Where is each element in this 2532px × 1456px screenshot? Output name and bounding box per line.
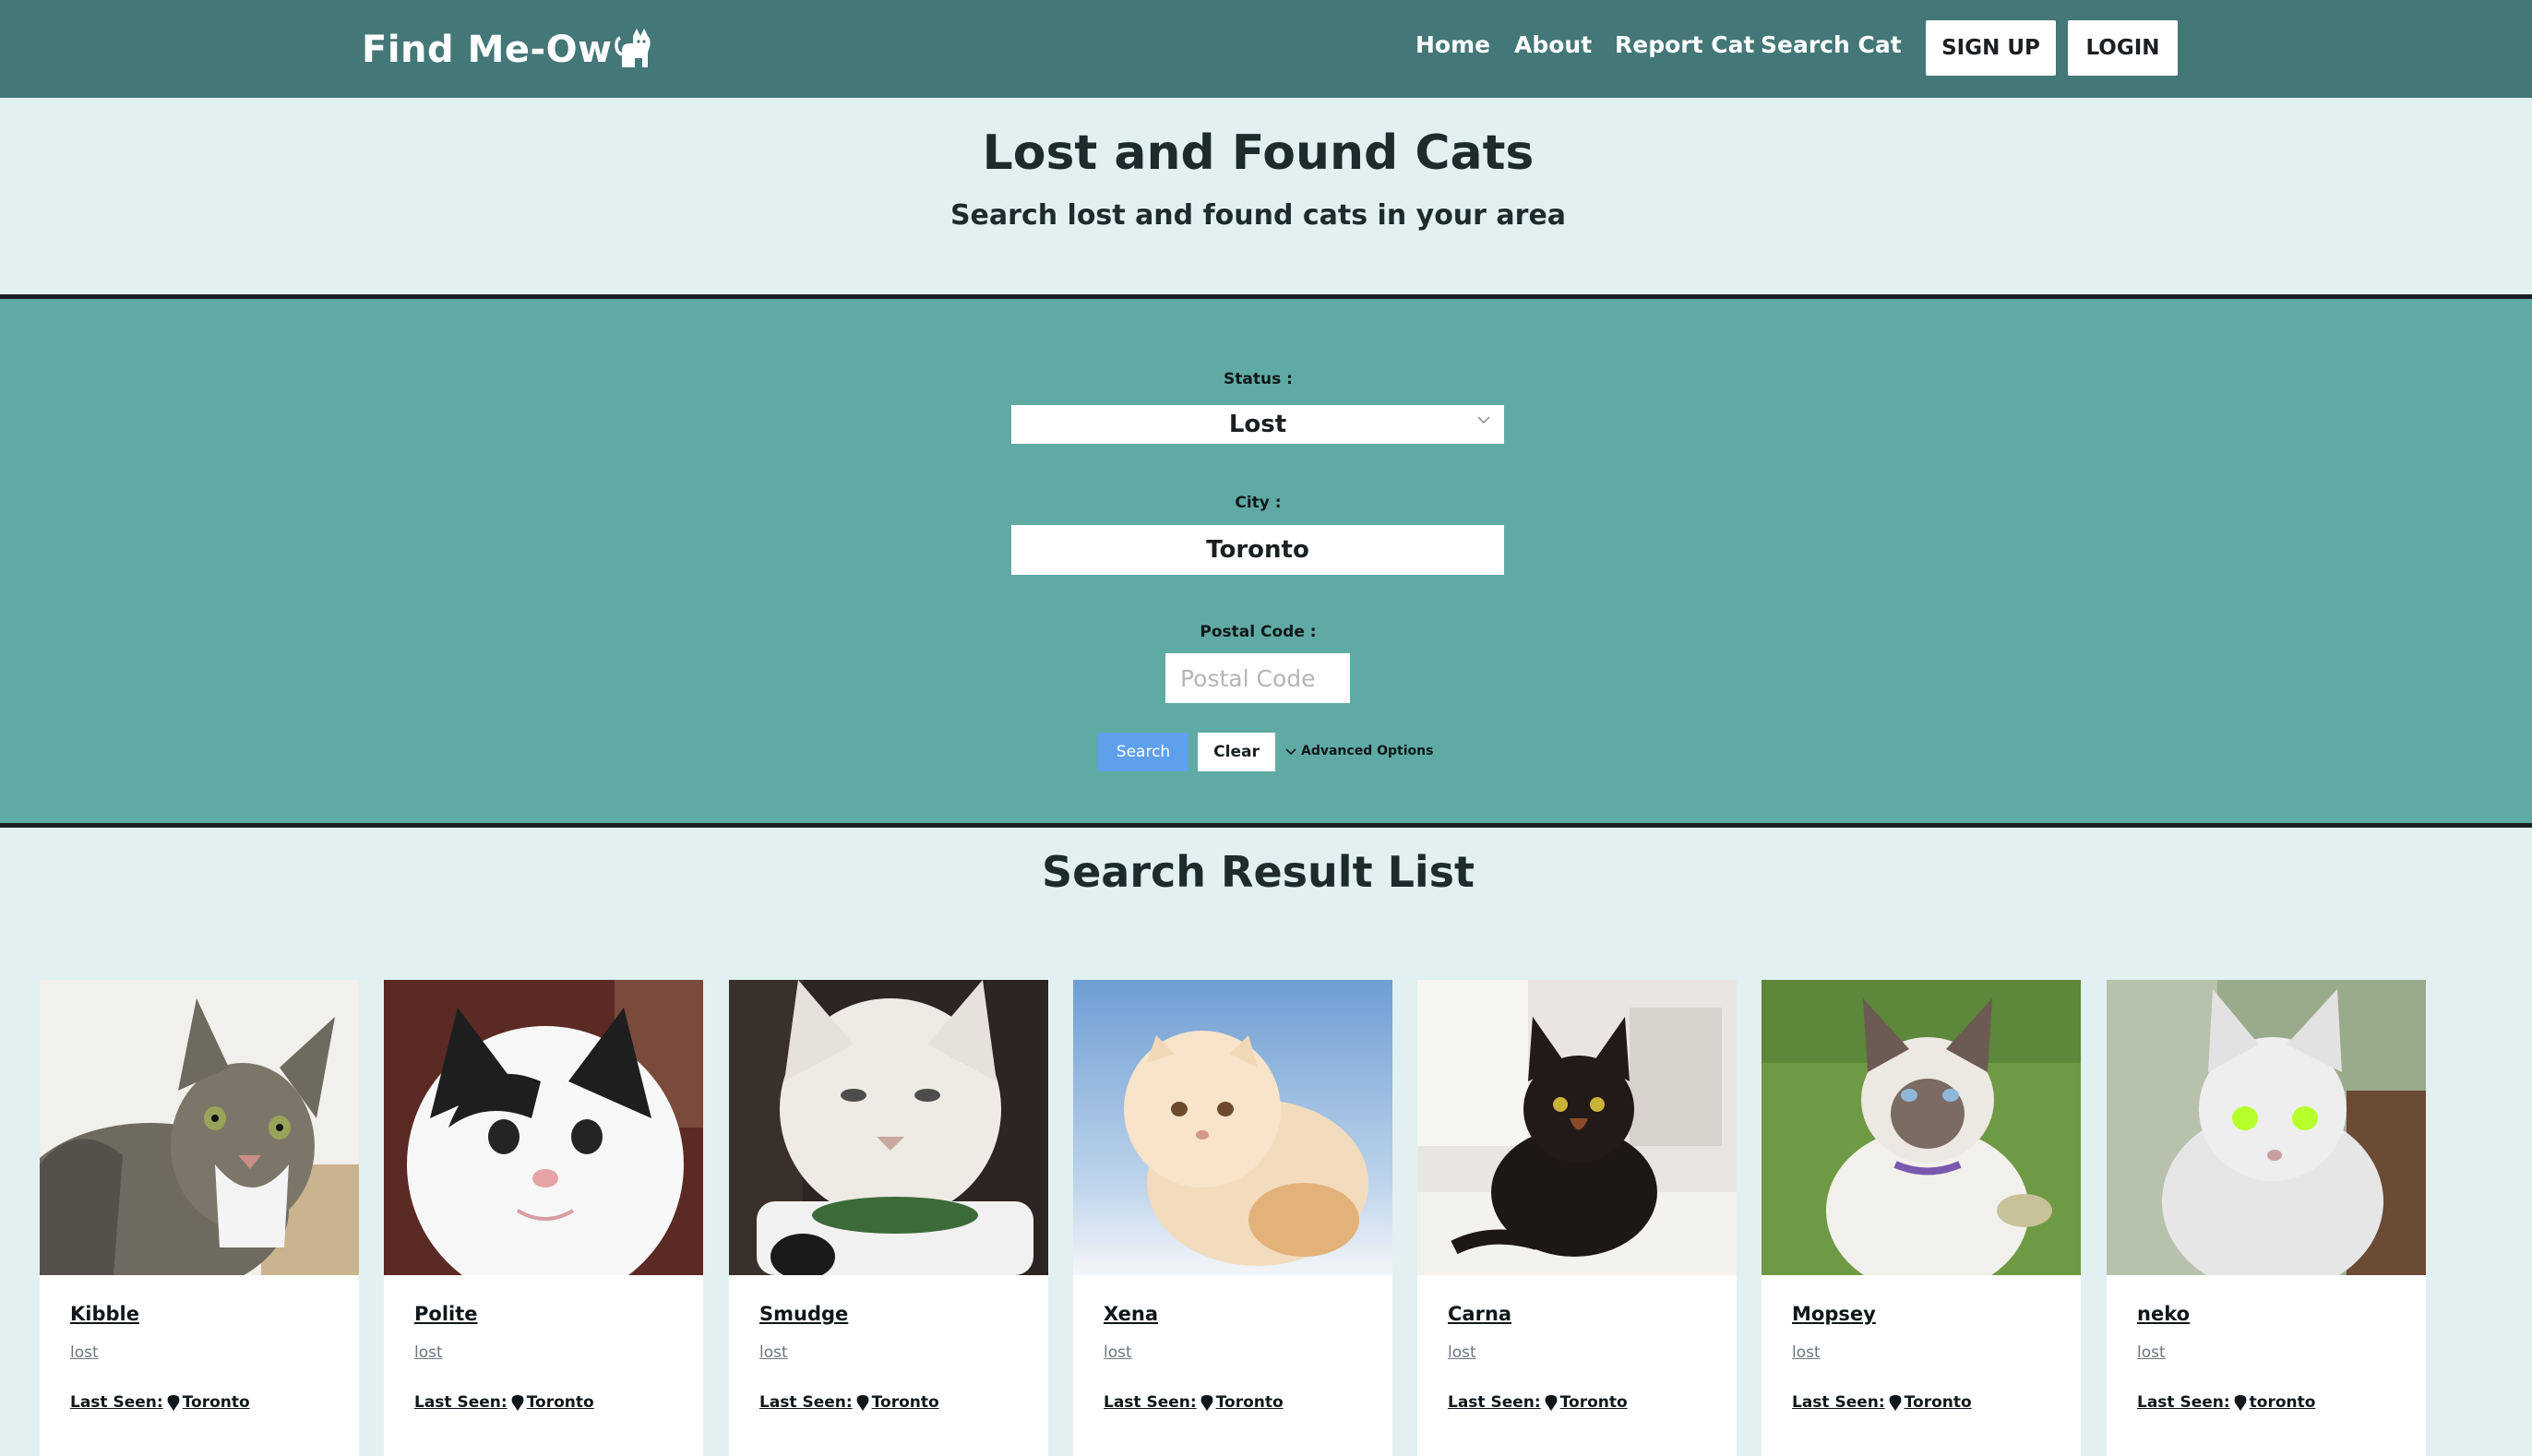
map-pin-icon (167, 1395, 180, 1411)
cat-name[interactable]: Carna (1448, 1303, 1511, 1325)
last-seen[interactable]: Last Seen: Toronto (1792, 1393, 1972, 1412)
nav-link-report-cat[interactable]: Report Cat (1615, 31, 1754, 58)
cat-status[interactable]: lost (70, 1343, 99, 1362)
postal-code-input[interactable] (1165, 653, 1350, 703)
last-seen[interactable]: Last Seen: Toronto (414, 1393, 594, 1412)
cat-status[interactable]: lost (1792, 1343, 1821, 1362)
map-pin-icon (511, 1395, 524, 1411)
nav-link-search-cat[interactable]: Search Cat (1761, 31, 1902, 58)
last-seen-label: Last Seen: (2137, 1393, 2230, 1412)
last-seen-city: Toronto (182, 1393, 250, 1412)
cat-photo[interactable] (729, 980, 1048, 1275)
cat-card[interactable]: Carna lost Last Seen: Toronto (1417, 980, 1737, 1456)
cat-status[interactable]: lost (2137, 1343, 2166, 1362)
map-pin-icon (856, 1395, 869, 1411)
login-button[interactable]: LOGIN (2068, 20, 2178, 76)
chevron-down-icon (1477, 416, 1490, 424)
cat-card[interactable]: Polite lost Last Seen: Toronto (384, 980, 703, 1456)
advanced-options-label: Advanced Options (1301, 744, 1434, 758)
advanced-options-toggle[interactable]: Advanced Options (1284, 744, 1433, 758)
cat-status[interactable]: lost (414, 1343, 443, 1362)
cat-card[interactable]: Smudge lost Last Seen: Toronto (729, 980, 1048, 1456)
last-seen[interactable]: Last Seen: Toronto (1104, 1393, 1284, 1412)
search-button[interactable]: Search (1098, 733, 1188, 771)
cat-photo[interactable] (40, 980, 359, 1275)
map-pin-icon (1889, 1395, 1902, 1411)
cat-status[interactable]: lost (759, 1343, 788, 1362)
cat-status[interactable]: lost (1448, 1343, 1476, 1362)
logo[interactable]: Find Me-Ow (362, 22, 653, 78)
last-seen-label: Last Seen: (414, 1393, 508, 1412)
nav-link-home[interactable]: Home (1415, 31, 1490, 58)
last-seen-city: Toronto (1215, 1393, 1284, 1412)
last-seen-city: Toronto (1904, 1393, 1972, 1412)
cat-name[interactable]: Mopsey (1792, 1303, 1876, 1325)
last-seen[interactable]: Last Seen: toronto (2137, 1393, 2315, 1412)
last-seen[interactable]: Last Seen: Toronto (70, 1393, 250, 1412)
cat-card[interactable]: Mopsey lost Last Seen: Toronto (1762, 980, 2081, 1456)
cat-photo[interactable] (384, 980, 703, 1275)
cat-photo[interactable] (1762, 980, 2081, 1275)
last-seen-label: Last Seen: (1792, 1393, 1885, 1412)
cat-name[interactable]: Polite (414, 1303, 478, 1325)
status-select[interactable]: Lost (1011, 405, 1504, 444)
last-seen-label: Last Seen: (759, 1393, 853, 1412)
cat-photo[interactable] (1417, 980, 1737, 1275)
status-select-value: Lost (1228, 411, 1287, 438)
last-seen-city: Toronto (1559, 1393, 1628, 1412)
last-seen[interactable]: Last Seen: Toronto (759, 1393, 939, 1412)
last-seen-city: Toronto (526, 1393, 594, 1412)
top-navbar: Find Me-Ow Home About Report Cat Search … (0, 0, 2532, 98)
last-seen-city: toronto (2249, 1393, 2316, 1412)
cat-card[interactable]: neko lost Last Seen: toronto (2107, 980, 2426, 1456)
status-label: Status : (1224, 370, 1293, 388)
cat-photo[interactable] (2107, 980, 2426, 1275)
chevron-down-icon (1285, 748, 1296, 756)
results-title: Search Result List (1041, 847, 1475, 897)
last-seen-label: Last Seen: (1448, 1393, 1541, 1412)
cat-card[interactable]: Xena lost Last Seen: Toronto (1073, 980, 1392, 1456)
cat-name[interactable]: Xena (1104, 1303, 1158, 1325)
cat-icon (614, 29, 651, 67)
clear-button[interactable]: Clear (1198, 733, 1275, 771)
last-seen-label: Last Seen: (70, 1393, 163, 1412)
logo-text: Find Me-Ow (362, 29, 613, 71)
cat-card[interactable]: Kibble lost Last Seen: Toronto (40, 980, 359, 1456)
page-title: Lost and Found Cats (982, 125, 1535, 181)
map-pin-icon (1545, 1395, 1558, 1411)
postal-code-label: Postal Code : (1200, 623, 1317, 641)
cat-name[interactable]: neko (2137, 1303, 2190, 1325)
map-pin-icon (2234, 1395, 2247, 1411)
last-seen[interactable]: Last Seen: Toronto (1448, 1393, 1628, 1412)
cat-name[interactable]: Kibble (70, 1303, 139, 1325)
city-label: City : (1235, 494, 1282, 512)
page-subtitle: Search lost and found cats in your area (950, 199, 1567, 232)
cat-photo[interactable] (1073, 980, 1392, 1275)
map-pin-icon (1200, 1395, 1213, 1411)
signup-button[interactable]: SIGN UP (1926, 20, 2056, 76)
cat-status[interactable]: lost (1104, 1343, 1132, 1362)
last-seen-label: Last Seen: (1104, 1393, 1197, 1412)
last-seen-city: Toronto (871, 1393, 939, 1412)
cat-name[interactable]: Smudge (759, 1303, 848, 1325)
divider-bottom (0, 823, 2532, 828)
city-input[interactable] (1011, 525, 1504, 575)
nav-link-about[interactable]: About (1514, 31, 1592, 58)
